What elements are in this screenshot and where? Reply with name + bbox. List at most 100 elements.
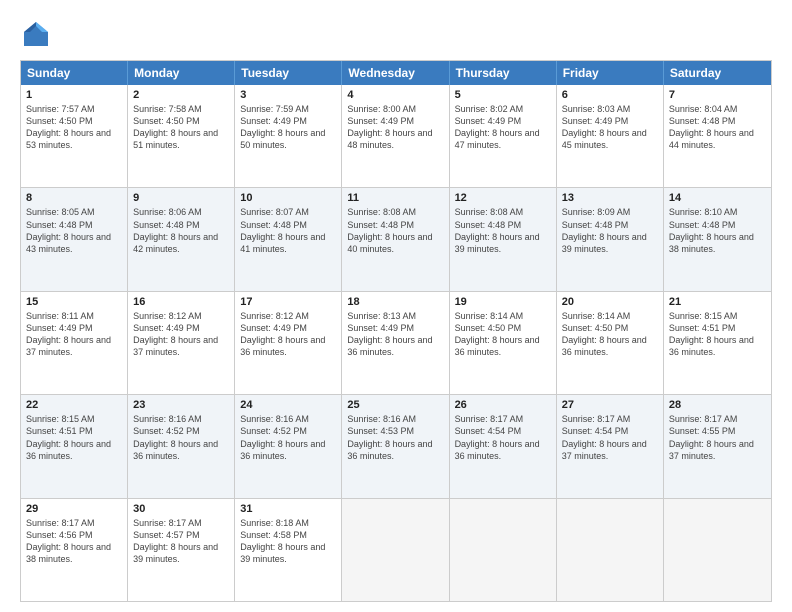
- day-number: 31: [240, 503, 336, 515]
- day-number: 27: [562, 399, 658, 411]
- day-number: 8: [26, 192, 122, 204]
- day-number: 13: [562, 192, 658, 204]
- calendar-cell: 2 Sunrise: 7:58 AM Sunset: 4:50 PM Daylig…: [128, 85, 235, 187]
- day-number: 29: [26, 503, 122, 515]
- calendar: SundayMondayTuesdayWednesdayThursdayFrid…: [20, 60, 772, 602]
- cell-info: Sunrise: 8:17 AM Sunset: 4:54 PM Dayligh…: [562, 413, 658, 462]
- page: SundayMondayTuesdayWednesdayThursdayFrid…: [0, 0, 792, 612]
- cell-info: Sunrise: 8:17 AM Sunset: 4:57 PM Dayligh…: [133, 517, 229, 566]
- cell-info: Sunrise: 8:14 AM Sunset: 4:50 PM Dayligh…: [455, 310, 551, 359]
- calendar-cell: 7 Sunrise: 8:04 AM Sunset: 4:48 PM Daylig…: [664, 85, 771, 187]
- calendar-cell: 28Sunrise: 8:17 AM Sunset: 4:55 PM Dayli…: [664, 395, 771, 497]
- calendar-cell: 18Sunrise: 8:13 AM Sunset: 4:49 PM Dayli…: [342, 292, 449, 394]
- cell-info: Sunrise: 8:04 AM Sunset: 4:48 PM Dayligh…: [669, 103, 766, 152]
- calendar-row: 22 Sunrise: 8:15 AM Sunset: 4:51 PM Dayli…: [21, 394, 771, 497]
- empty-cell: [450, 499, 557, 601]
- day-number: 17: [240, 296, 336, 308]
- cell-info: Sunrise: 8:18 AM Sunset: 4:58 PM Dayligh…: [240, 517, 336, 566]
- weekday-header: Saturday: [664, 61, 771, 85]
- cell-info: Sunrise: 8:10 AM Sunset: 4:48 PM Dayligh…: [669, 206, 766, 255]
- calendar-row: 1Sunrise: 7:57 AM Sunset: 4:50 PM Daylig…: [21, 85, 771, 187]
- cell-info: Sunrise: 8:14 AM Sunset: 4:50 PM Dayligh…: [562, 310, 658, 359]
- calendar-cell: 14 Sunrise: 8:10 AM Sunset: 4:48 PM Dayli…: [664, 188, 771, 290]
- day-number: 2: [133, 89, 229, 101]
- calendar-cell: 3 Sunrise: 7:59 AM Sunset: 4:49 PM Daylig…: [235, 85, 342, 187]
- cell-info: Sunrise: 8:15 AM Sunset: 4:51 PM Dayligh…: [26, 413, 122, 462]
- cell-info: Sunrise: 8:07 AM Sunset: 4:48 PM Dayligh…: [240, 206, 336, 255]
- day-number: 5: [455, 89, 551, 101]
- calendar-cell: 20 Sunrise: 8:14 AM Sunset: 4:50 PM Dayli…: [557, 292, 664, 394]
- day-number: 21: [669, 296, 766, 308]
- cell-info: Sunrise: 8:08 AM Sunset: 4:48 PM Dayligh…: [455, 206, 551, 255]
- calendar-cell: 26 Sunrise: 8:17 AM Sunset: 4:54 PM Dayli…: [450, 395, 557, 497]
- calendar-cell: 23Sunrise: 8:16 AM Sunset: 4:52 PM Dayli…: [128, 395, 235, 497]
- day-number: 10: [240, 192, 336, 204]
- cell-info: Sunrise: 8:13 AM Sunset: 4:49 PM Dayligh…: [347, 310, 443, 359]
- calendar-cell: 6Sunrise: 8:03 AM Sunset: 4:49 PM Daylig…: [557, 85, 664, 187]
- logo: [20, 18, 58, 50]
- calendar-cell: 17 Sunrise: 8:12 AM Sunset: 4:49 PM Dayli…: [235, 292, 342, 394]
- calendar-row: 29 Sunrise: 8:17 AM Sunset: 4:56 PM Dayli…: [21, 498, 771, 601]
- day-number: 9: [133, 192, 229, 204]
- header: [20, 18, 772, 50]
- calendar-cell: 15Sunrise: 8:11 AM Sunset: 4:49 PM Dayli…: [21, 292, 128, 394]
- calendar-cell: 31 Sunrise: 8:18 AM Sunset: 4:58 PM Dayli…: [235, 499, 342, 601]
- day-number: 24: [240, 399, 336, 411]
- cell-info: Sunrise: 7:59 AM Sunset: 4:49 PM Dayligh…: [240, 103, 336, 152]
- cell-info: Sunrise: 8:12 AM Sunset: 4:49 PM Dayligh…: [240, 310, 336, 359]
- day-number: 26: [455, 399, 551, 411]
- calendar-cell: 25 Sunrise: 8:16 AM Sunset: 4:53 PM Dayli…: [342, 395, 449, 497]
- calendar-cell: 11 Sunrise: 8:08 AM Sunset: 4:48 PM Dayli…: [342, 188, 449, 290]
- calendar-cell: 9 Sunrise: 8:06 AM Sunset: 4:48 PM Daylig…: [128, 188, 235, 290]
- cell-info: Sunrise: 8:11 AM Sunset: 4:49 PM Dayligh…: [26, 310, 122, 359]
- weekday-header: Thursday: [450, 61, 557, 85]
- weekday-header: Friday: [557, 61, 664, 85]
- calendar-header: SundayMondayTuesdayWednesdayThursdayFrid…: [21, 61, 771, 85]
- cell-info: Sunrise: 8:16 AM Sunset: 4:52 PM Dayligh…: [240, 413, 336, 462]
- day-number: 3: [240, 89, 336, 101]
- day-number: 4: [347, 89, 443, 101]
- calendar-cell: 21 Sunrise: 8:15 AM Sunset: 4:51 PM Dayli…: [664, 292, 771, 394]
- cell-info: Sunrise: 8:17 AM Sunset: 4:54 PM Dayligh…: [455, 413, 551, 462]
- cell-info: Sunrise: 8:17 AM Sunset: 4:56 PM Dayligh…: [26, 517, 122, 566]
- cell-info: Sunrise: 8:16 AM Sunset: 4:52 PM Dayligh…: [133, 413, 229, 462]
- day-number: 30: [133, 503, 229, 515]
- cell-info: Sunrise: 8:06 AM Sunset: 4:48 PM Dayligh…: [133, 206, 229, 255]
- weekday-header: Monday: [128, 61, 235, 85]
- day-number: 20: [562, 296, 658, 308]
- day-number: 14: [669, 192, 766, 204]
- day-number: 22: [26, 399, 122, 411]
- day-number: 7: [669, 89, 766, 101]
- calendar-cell: 10 Sunrise: 8:07 AM Sunset: 4:48 PM Dayli…: [235, 188, 342, 290]
- logo-icon: [20, 18, 52, 50]
- weekday-header: Tuesday: [235, 61, 342, 85]
- calendar-cell: 12 Sunrise: 8:08 AM Sunset: 4:48 PM Dayli…: [450, 188, 557, 290]
- empty-cell: [342, 499, 449, 601]
- calendar-cell: 29 Sunrise: 8:17 AM Sunset: 4:56 PM Dayli…: [21, 499, 128, 601]
- calendar-cell: 19 Sunrise: 8:14 AM Sunset: 4:50 PM Dayli…: [450, 292, 557, 394]
- cell-info: Sunrise: 8:12 AM Sunset: 4:49 PM Dayligh…: [133, 310, 229, 359]
- cell-info: Sunrise: 8:16 AM Sunset: 4:53 PM Dayligh…: [347, 413, 443, 462]
- empty-cell: [557, 499, 664, 601]
- cell-info: Sunrise: 8:03 AM Sunset: 4:49 PM Dayligh…: [562, 103, 658, 152]
- cell-info: Sunrise: 8:00 AM Sunset: 4:49 PM Dayligh…: [347, 103, 443, 152]
- day-number: 12: [455, 192, 551, 204]
- cell-info: Sunrise: 7:58 AM Sunset: 4:50 PM Dayligh…: [133, 103, 229, 152]
- calendar-cell: 22 Sunrise: 8:15 AM Sunset: 4:51 PM Dayli…: [21, 395, 128, 497]
- calendar-cell: 30 Sunrise: 8:17 AM Sunset: 4:57 PM Dayli…: [128, 499, 235, 601]
- calendar-body: 1Sunrise: 7:57 AM Sunset: 4:50 PM Daylig…: [21, 85, 771, 601]
- cell-info: Sunrise: 8:05 AM Sunset: 4:48 PM Dayligh…: [26, 206, 122, 255]
- weekday-header: Sunday: [21, 61, 128, 85]
- calendar-cell: 4 Sunrise: 8:00 AM Sunset: 4:49 PM Daylig…: [342, 85, 449, 187]
- cell-info: Sunrise: 8:15 AM Sunset: 4:51 PM Dayligh…: [669, 310, 766, 359]
- cell-info: Sunrise: 8:02 AM Sunset: 4:49 PM Dayligh…: [455, 103, 551, 152]
- day-number: 25: [347, 399, 443, 411]
- empty-cell: [664, 499, 771, 601]
- day-number: 11: [347, 192, 443, 204]
- calendar-row: 15Sunrise: 8:11 AM Sunset: 4:49 PM Dayli…: [21, 291, 771, 394]
- calendar-cell: 27 Sunrise: 8:17 AM Sunset: 4:54 PM Dayli…: [557, 395, 664, 497]
- day-number: 19: [455, 296, 551, 308]
- calendar-cell: 5 Sunrise: 8:02 AM Sunset: 4:49 PM Daylig…: [450, 85, 557, 187]
- cell-info: Sunrise: 8:08 AM Sunset: 4:48 PM Dayligh…: [347, 206, 443, 255]
- calendar-row: 8 Sunrise: 8:05 AM Sunset: 4:48 PM Daylig…: [21, 187, 771, 290]
